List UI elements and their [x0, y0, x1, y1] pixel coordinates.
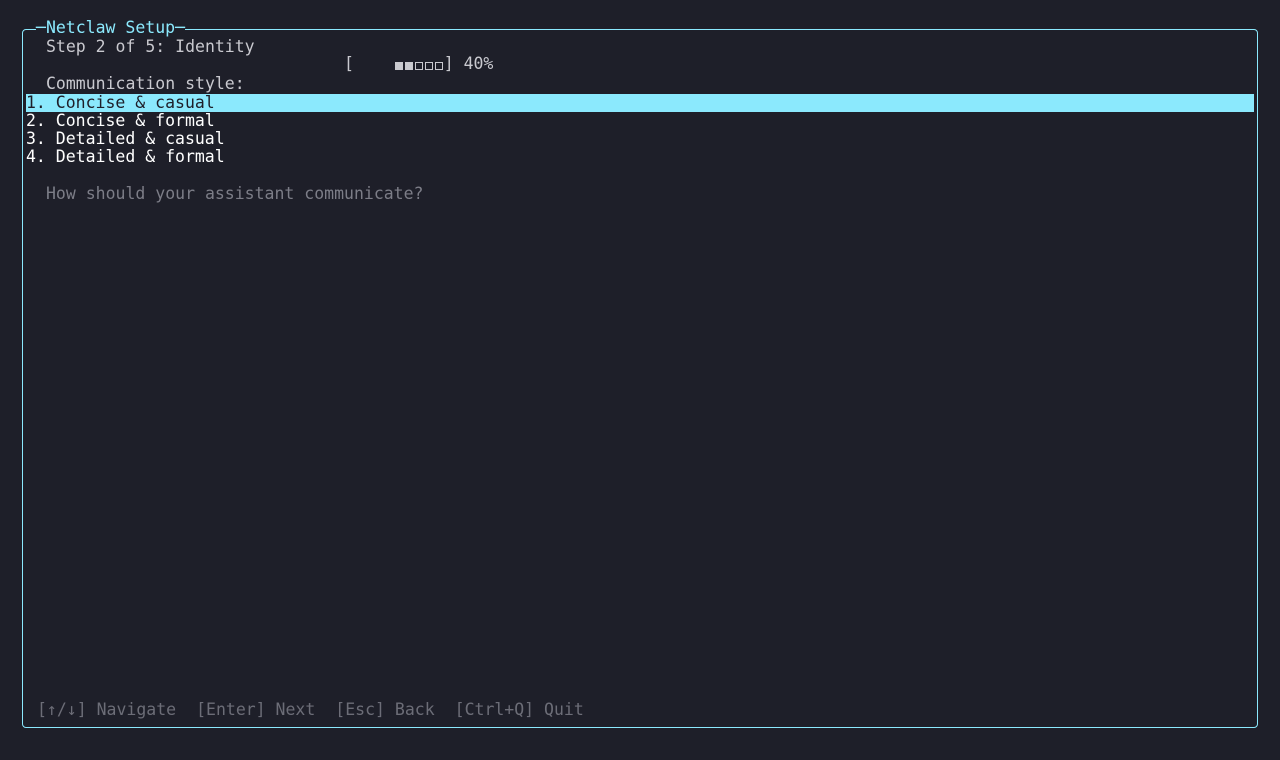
hint-text: How should your assistant communicate? [46, 184, 424, 203]
progress-close-bracket: ] [443, 54, 454, 73]
progress-cell-4 [424, 62, 433, 70]
window-title-text: Netclaw Setup [45, 18, 176, 37]
progress-percent: 40% [463, 54, 494, 73]
quit-keybind[interactable]: [Ctrl+Q] Quit [455, 700, 584, 719]
option-concise-casual[interactable]: 1. Concise & casual [26, 94, 1254, 112]
progress-cell-5 [434, 62, 443, 70]
back-keybind[interactable]: [Esc] Back [335, 700, 434, 719]
section-label: Communication style: [46, 74, 245, 93]
navigate-keybind[interactable]: [↑/↓] Navigate [37, 700, 176, 719]
progress-cell-2 [404, 62, 413, 70]
option-detailed-casual[interactable]: 3. Detailed & casual [26, 130, 1254, 148]
option-concise-formal[interactable]: 2. Concise & formal [26, 112, 1254, 130]
next-keybind[interactable]: [Enter] Next [196, 700, 315, 719]
progress-cell-3 [414, 62, 423, 70]
window-title: ─Netclaw Setup─ [36, 18, 186, 38]
progress-indicator: [ ] 40% [344, 38, 493, 74]
progress-bar [354, 38, 444, 74]
keybinding-bar: [↑/↓] Navigate [Enter] Next [Esc] Back [Ctr… [37, 701, 584, 719]
progress-cell-1 [394, 62, 403, 70]
step-indicator: Step 2 of 5: Identity [46, 37, 255, 56]
option-detailed-formal[interactable]: 4. Detailed & formal [26, 148, 1254, 166]
progress-open-bracket: [ [344, 54, 354, 73]
